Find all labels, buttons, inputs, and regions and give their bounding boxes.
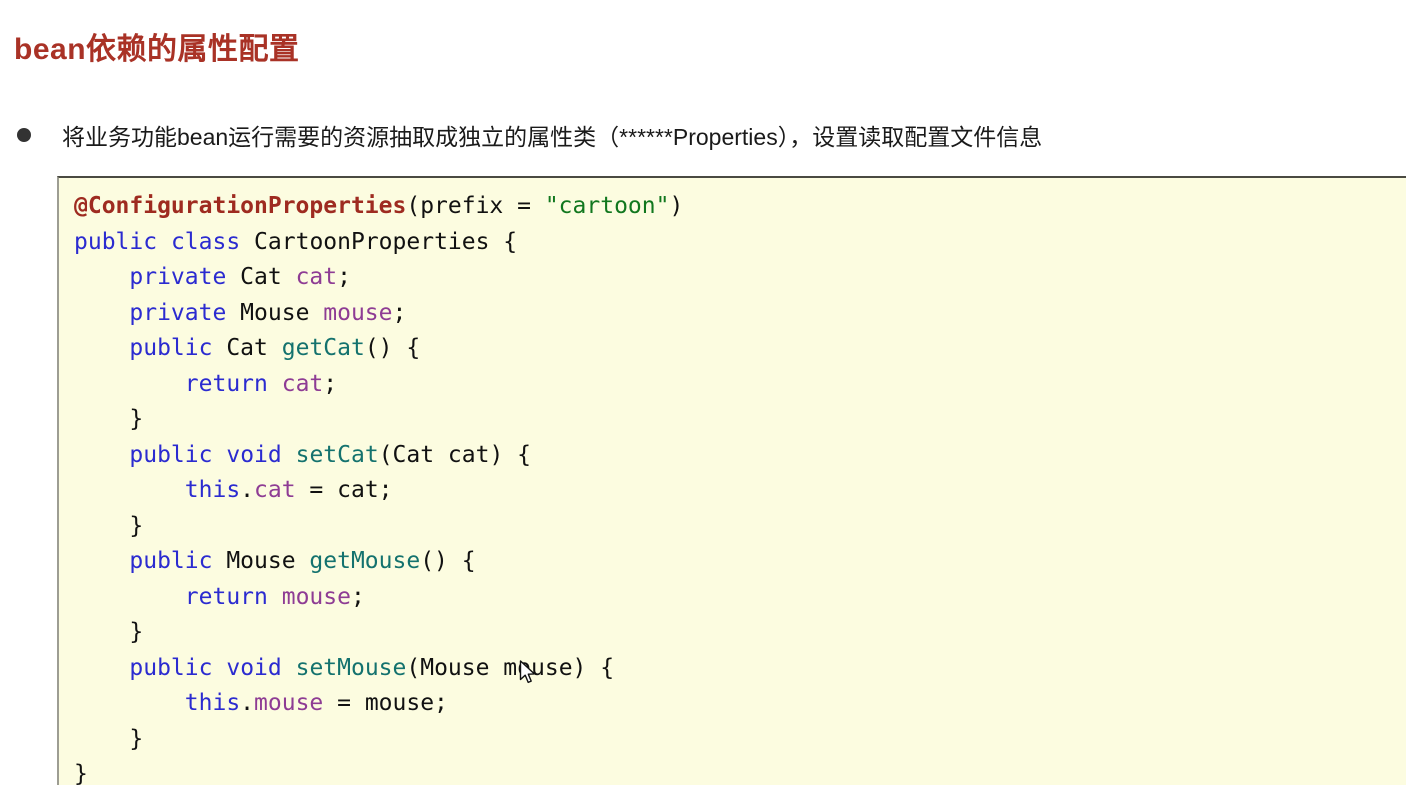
code-line: } <box>74 722 1406 758</box>
code-line: this.mouse = mouse; <box>74 686 1406 722</box>
code-line: } <box>74 509 1406 545</box>
code-token-plain: = cat; <box>295 477 393 503</box>
code-token-plain: () { <box>420 548 476 574</box>
code-token-plain: } <box>74 725 144 752</box>
code-line: @ConfigurationProperties(prefix = "carto… <box>74 189 1406 225</box>
code-token-method: getMouse <box>309 548 421 574</box>
code-token-keyword: public <box>129 548 213 574</box>
code-token-plain: Cat <box>226 264 296 290</box>
code-token-plain: Mouse <box>212 548 310 574</box>
code-token-keyword: this <box>184 477 241 503</box>
code-token-field: cat <box>295 264 338 290</box>
code-line: public void setCat(Cat cat) { <box>74 438 1406 474</box>
code-token-plain: Mouse <box>226 299 324 326</box>
code-token-method: getCat <box>281 335 365 361</box>
code-token-keyword: public <box>129 335 213 361</box>
code-token-field: mouse <box>254 690 324 716</box>
code-token-plain: () { <box>364 335 421 361</box>
code-token-plain: ; <box>392 299 407 326</box>
code-token-keyword: public <box>129 441 213 468</box>
code-block[interactable]: @ConfigurationProperties(prefix = "carto… <box>57 176 1406 785</box>
code-token-plain: (Cat cat) { <box>378 441 532 468</box>
code-token-plain: ) <box>669 193 684 219</box>
code-token-plain: CartoonProperties { <box>240 228 518 255</box>
code-line: return cat; <box>74 367 1406 403</box>
code-token-plain: ; <box>337 264 351 290</box>
code-token-keyword: this <box>184 690 241 716</box>
code-token-method: setCat <box>295 441 379 468</box>
code-line: public Mouse getMouse() { <box>74 544 1406 580</box>
code-token-field: cat <box>281 370 324 397</box>
code-line: private Mouse mouse; <box>74 296 1406 332</box>
code-token-plain: . <box>240 477 255 503</box>
code-line: } <box>74 615 1406 651</box>
code-token-annotation: @ConfigurationProperties <box>74 193 407 219</box>
code-line: this.cat = cat; <box>74 473 1406 509</box>
code-token-plain: } <box>74 512 144 539</box>
code-token-keyword: public <box>74 228 158 255</box>
code-line: public class CartoonProperties { <box>74 225 1406 261</box>
code-token-plain: Cat <box>212 335 282 361</box>
code-line: } <box>74 402 1406 438</box>
code-content: @ConfigurationProperties(prefix = "carto… <box>59 178 1406 785</box>
code-line: return mouse; <box>74 580 1406 616</box>
code-line: public Cat getCat() { <box>74 331 1406 367</box>
code-token-field: mouse <box>281 583 351 610</box>
code-token-method: setMouse <box>295 654 407 681</box>
code-token-plain: ; <box>350 583 365 610</box>
code-line: } <box>74 757 1406 785</box>
page-title: bean依赖的属性配置 <box>14 33 300 66</box>
code-token-keyword: return <box>184 583 268 610</box>
code-token-keyword: private <box>129 264 227 290</box>
code-token-keyword: return <box>184 370 268 397</box>
code-token-keyword: void <box>226 441 282 468</box>
code-line: private Cat cat; <box>74 260 1406 296</box>
code-token-field: mouse <box>323 299 393 326</box>
code-token-keyword: class <box>170 228 241 255</box>
bullet-row: 将业务功能bean运行需要的资源抽取成独立的属性类（******Properti… <box>10 118 1406 152</box>
bullet-dot-icon <box>17 128 31 142</box>
bullet-text: 将业务功能bean运行需要的资源抽取成独立的属性类（******Properti… <box>62 124 1043 150</box>
code-token-plain: } <box>74 619 144 645</box>
code-token-string: "cartoon" <box>544 193 670 219</box>
code-token-keyword: public <box>129 654 213 681</box>
code-token-plain: = mouse; <box>323 690 448 716</box>
code-token-keyword: private <box>129 299 227 326</box>
code-token-plain: (prefix = <box>406 193 545 219</box>
code-line: public void setMouse(Mouse mouse) { <box>74 651 1406 687</box>
code-token-plain: } <box>74 406 144 432</box>
code-token-field: cat <box>254 477 296 503</box>
code-token-plain: (Mouse mouse) { <box>406 654 615 681</box>
code-token-plain: } <box>74 761 88 785</box>
code-token-plain: ; <box>323 370 338 397</box>
code-token-keyword: void <box>226 654 282 681</box>
code-token-plain: . <box>240 690 255 716</box>
